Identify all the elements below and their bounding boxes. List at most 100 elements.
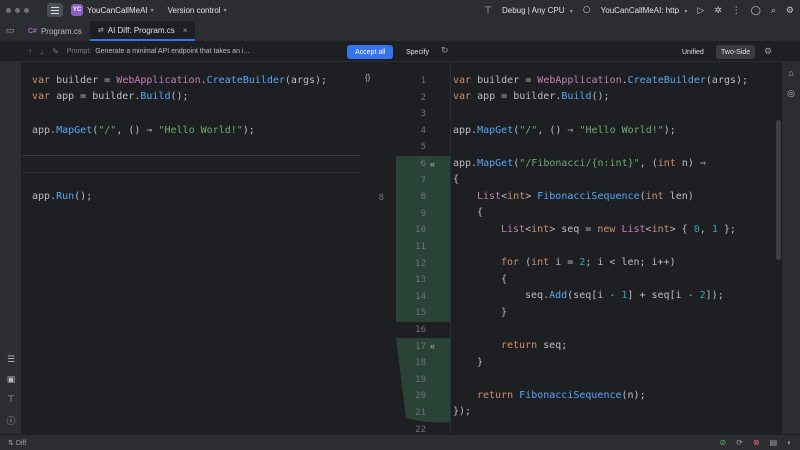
terminal-icon[interactable]: ▣ [5,374,17,384]
braces-icon[interactable]: {} [365,73,370,82]
code-line: app.MapGet("/Fibonacci/{n:int}", (int n)… [453,158,706,169]
tab-label: Program.cs [40,26,82,36]
line-number: 21 [415,408,426,418]
code-line: var builder = WebApplication.CreateBuild… [453,75,749,86]
original-code-pane[interactable]: var builder = WebApplication.CreateBuild… [22,62,360,434]
diff-toolbar: ↑ ↓ ✎ Prompt: Generate a minimal API end… [0,42,800,62]
code-line: return seq; [501,340,568,351]
line-number: 6 [420,159,426,169]
line-number: 7 [420,175,426,186]
left-line-number: 8 [378,193,384,203]
line-number: 19 [415,374,426,385]
tab-label: AI Diff: Program.cs [107,25,175,35]
main-menu-icon[interactable] [47,3,63,17]
edit-icon[interactable]: ✎ [52,47,59,56]
inspection-icon[interactable]: ◐ [787,438,792,447]
status-bar: ⇅ Diff ⊘ ⟳ ⊗ ▤ ◐ [0,434,800,450]
run-target-select[interactable]: YouCanCallMeAI: http ▾ [601,6,688,15]
ai-diff-icon: ⇄ [97,27,104,34]
user-icon[interactable]: ◯ [751,5,761,16]
window-controls[interactable] [6,7,29,13]
chevron-down-icon: ▾ [150,7,154,14]
code-line: List<int> seq = new List<int> { 0, 1 }; [501,224,736,235]
project-name[interactable]: YouCanCallMeAI [87,6,148,15]
code-line: app.MapGet("/", () ⇒ "Hello World!"); [453,125,676,136]
modified-code-pane[interactable]: var builder = WebApplication.CreateBuild… [451,62,776,434]
line-number: 4 [420,125,426,136]
code-line: } [477,357,484,368]
specify-button[interactable]: Specify [400,45,435,59]
code-line: app.MapGet("/", () ⇒ "Hello World!"); [32,125,255,136]
csharp-file-icon: C# [28,27,37,35]
revert-chevron-icon[interactable]: « [430,338,435,355]
tab-ai-diff[interactable]: ⇄ AI Diff: Program.cs × [89,21,196,41]
line-number: 12 [415,258,426,269]
line-number: 20 [415,391,426,402]
settings-icon[interactable]: ⚙ [786,5,794,16]
build-hammer-icon[interactable]: ⊤ [484,5,492,16]
code-line: return FibonacciSequence(n); [477,390,646,401]
line-number: 17 [415,341,426,352]
revert-chevron-icon[interactable]: « [430,156,435,173]
notifications-icon[interactable]: ⌂ [786,68,796,78]
left-tool-strip: ☰ ▣ ⊤ ⓘ [0,62,22,434]
run-config-select[interactable]: Debug | Any CPU ▾ [502,6,573,15]
run-icon[interactable]: ▷ [697,5,704,16]
problems-icon[interactable]: ⓘ [5,414,17,426]
change-boundary [22,155,396,156]
code-line: var app = builder.Build(); [453,91,610,102]
unified-view-button[interactable]: Unified [678,45,708,59]
line-number: 10 [415,225,426,236]
code-line: { [453,174,460,185]
line-number: 8 [420,192,426,203]
code-line: seq.Add(seq[i - 1] + seq[i - 2]); [525,290,724,301]
code-line: var app = builder.Build(); [32,91,189,102]
regenerate-icon[interactable]: ↻ [441,45,449,56]
code-line: }); [453,406,472,417]
sync-icon[interactable]: ⟳ [736,438,743,447]
project-badge: YC [71,4,83,16]
next-change-icon[interactable]: ↓ [40,47,44,56]
check-icon[interactable]: ⊘ [719,438,726,447]
line-number: 15 [415,308,426,319]
line-number: 11 [415,242,426,252]
right-tool-strip: ⌂ ◎ [782,62,800,434]
line-number: 16 [415,325,426,335]
code-line: app.Run(); [32,191,93,202]
database-icon[interactable]: ◎ [786,88,796,99]
project-tool-icon[interactable]: ▭ [0,19,20,41]
line-number: 1 [420,76,426,86]
tab-program-cs[interactable]: C# Program.cs [20,21,90,41]
line-number: 5 [420,142,426,153]
code-line: List<int> FibonacciSequence(int len) [477,191,694,202]
structure-icon[interactable]: ☰ [5,354,17,364]
title-bar: YC YouCanCallMeAI ▾ Version control ▾ ⊤ … [0,0,800,20]
code-line: var builder = WebApplication.CreateBuild… [32,75,328,86]
line-number: 14 [415,291,426,302]
build-icon[interactable]: ⊤ [5,394,17,404]
error-icon[interactable]: ⊗ [753,438,760,447]
version-control-menu[interactable]: Version control [168,6,221,15]
gear-icon[interactable]: ⚙ [764,46,772,57]
line-number: 13 [415,275,426,286]
memory-icon[interactable]: ▤ [770,438,778,447]
code-line: } [501,307,508,318]
chevron-down-icon: ▾ [223,7,227,14]
code-line: { [501,274,508,285]
accept-all-button[interactable]: Accept all [347,45,394,59]
editor-tab-bar: ▭ C# Program.cs ⇄ AI Diff: Program.cs × [0,20,800,42]
close-icon[interactable]: × [183,26,188,35]
status-diff[interactable]: ⇅ Diff [8,439,26,447]
code-line: for (int i = 2; i < len; i++) [501,257,676,268]
more-icon[interactable]: ⋮ [732,5,741,16]
debug-icon[interactable]: ✲ [714,5,722,16]
prompt-text: Generate a minimal API endpoint that tak… [95,48,250,55]
change-boundary [22,172,396,173]
line-number: 9 [420,208,426,219]
search-icon[interactable]: ⌕ [771,5,776,16]
vertical-scrollbar[interactable] [776,120,781,260]
line-number: 18 [415,358,426,369]
two-side-view-button[interactable]: Two-Side [716,45,756,59]
prev-change-icon[interactable]: ↑ [28,47,32,56]
line-number: 3 [420,109,426,120]
